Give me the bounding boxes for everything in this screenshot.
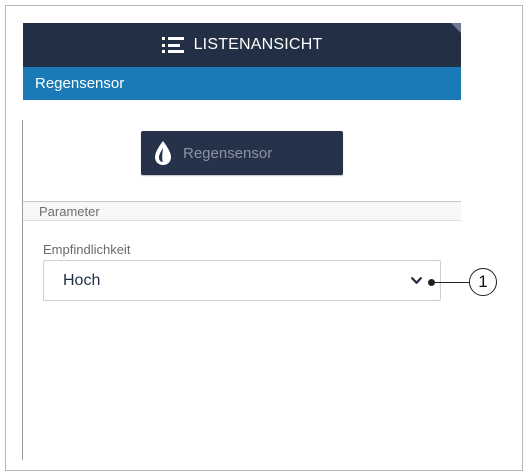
rain-sensor-button-label: Regensensor [183,144,273,162]
parameter-section-header: Parameter [23,201,461,221]
sensitivity-label: Empfindlichkeit [43,242,131,257]
list-icon [161,37,184,53]
callout-line [432,282,470,283]
page-title: Regensensor [35,75,125,92]
corner-triangle-icon [451,23,461,33]
list-view-title: LISTENANSICHT [193,36,323,53]
page-header: Regensensor [23,67,461,100]
app-panel: LISTENANSICHT Regensensor Regensensor Pa… [23,23,461,459]
list-view-bar[interactable]: LISTENANSICHT [23,23,461,67]
water-drop-icon [155,141,171,165]
rain-sensor-button[interactable]: Regensensor [141,131,343,175]
page: LISTENANSICHT Regensensor Regensensor Pa… [0,0,529,476]
parameter-section-label: Parameter [39,203,100,219]
callout-number-1: 1 [469,268,497,296]
sensitivity-select-value: Hoch [63,271,101,289]
chevron-down-icon [411,276,422,284]
sensitivity-select[interactable]: Hoch [43,260,441,301]
